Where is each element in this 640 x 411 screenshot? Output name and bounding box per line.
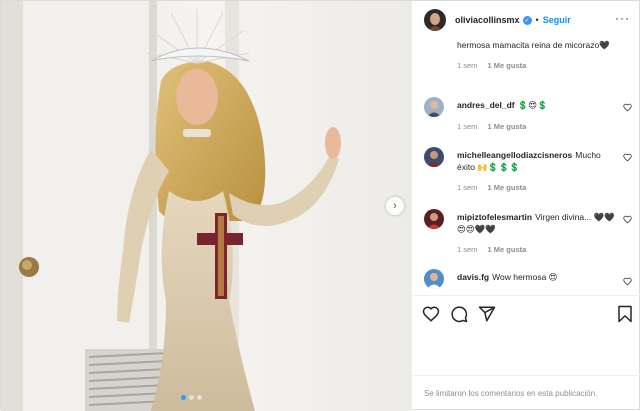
comment-meta: 1 sem 1 Me gusta xyxy=(457,122,526,131)
carousel-next-button[interactable]: › xyxy=(386,197,404,215)
comment-time[interactable]: 1 sem xyxy=(457,183,477,192)
carousel-dots xyxy=(181,395,202,400)
comments-limited-footer: Se limitaron los comentarios en esta pub… xyxy=(412,375,640,411)
carousel-dot xyxy=(189,395,194,400)
post-header: oliviacollinsmx ✓ • Seguir ··· xyxy=(412,1,640,39)
comment-username[interactable]: andres_del_df xyxy=(457,100,515,110)
comment-time[interactable]: 1 sem xyxy=(457,122,477,131)
post-dialog: › oliviacollinsmx ✓ • Seguir ··· hermosa… xyxy=(0,0,640,411)
author-avatar[interactable] xyxy=(424,9,446,31)
comment-body: mipiztofelesmartin Virgen divina... 🖤🖤😍😍🖤… xyxy=(457,211,617,235)
more-options-icon[interactable]: ··· xyxy=(615,12,630,24)
action-bar xyxy=(412,295,640,333)
comment-like-heart-icon[interactable] xyxy=(623,153,632,162)
header-separator: • xyxy=(535,15,539,25)
commenter-avatar[interactable] xyxy=(424,147,444,167)
author-username[interactable]: oliviacollinsmx xyxy=(455,15,520,25)
post-side-panel: oliviacollinsmx ✓ • Seguir ··· hermosa m… xyxy=(411,1,640,411)
comment-like-heart-icon[interactable] xyxy=(623,103,632,112)
caption-text-continued: hermosa mamacita reina de micorazo🖤 1 se… xyxy=(457,39,627,72)
comment-username[interactable]: michelleangellodiazcisneros xyxy=(457,150,572,160)
comment-meta: 1 sem 1 Me gusta xyxy=(457,245,526,254)
commenter-avatar[interactable] xyxy=(424,269,444,289)
comment-body: michelleangellodiazcisneros Mucho éxito 🙌… xyxy=(457,149,617,173)
comment-username[interactable]: davis.fg xyxy=(457,272,489,282)
comment-username[interactable]: mipiztofelesmartin xyxy=(457,212,532,222)
comments-limited-notice: Se limitaron los comentarios en esta pub… xyxy=(424,389,598,398)
caption-likes[interactable]: 1 Me gusta xyxy=(488,61,527,70)
share-icon[interactable] xyxy=(478,305,496,323)
comments-list[interactable]: hermosa mamacita reina de micorazo🖤 1 se… xyxy=(412,39,640,295)
comment-text: Wow hermosa 😍 xyxy=(492,272,558,282)
comment-time[interactable]: 1 sem xyxy=(457,245,477,254)
commenter-avatar[interactable] xyxy=(424,97,444,117)
carousel-dot xyxy=(197,395,202,400)
comment-meta: 1 sem 1 Me gusta xyxy=(457,183,526,192)
comment-icon[interactable] xyxy=(450,305,468,323)
comment-body: andres_del_df 💲😍💲 xyxy=(457,99,617,111)
chevron-right-icon: › xyxy=(393,200,397,212)
carousel-dot xyxy=(181,395,186,400)
comment-likes[interactable]: 1 Me gusta xyxy=(488,122,527,131)
comment-text: 💲😍💲 xyxy=(517,100,548,110)
comment-like-heart-icon[interactable] xyxy=(623,277,632,286)
caption-meta: 1 sem 1 Me gusta xyxy=(457,60,627,72)
heart-icon[interactable] xyxy=(422,305,440,323)
photo-illustration xyxy=(1,1,411,411)
comment-likes[interactable]: 1 Me gusta xyxy=(488,183,527,192)
comment-likes[interactable]: 1 Me gusta xyxy=(488,245,527,254)
caption-body: hermosa mamacita reina de micorazo🖤 xyxy=(457,40,610,50)
caption-time[interactable]: 1 sem xyxy=(457,61,477,70)
verified-badge-icon: ✓ xyxy=(522,15,532,25)
comment-body: davis.fg Wow hermosa 😍 xyxy=(457,271,617,283)
post-photo[interactable]: › xyxy=(1,1,411,411)
follow-button[interactable]: Seguir xyxy=(543,15,571,25)
commenter-avatar[interactable] xyxy=(424,209,444,229)
comment-like-heart-icon[interactable] xyxy=(623,215,632,224)
bookmark-icon[interactable] xyxy=(616,305,634,323)
